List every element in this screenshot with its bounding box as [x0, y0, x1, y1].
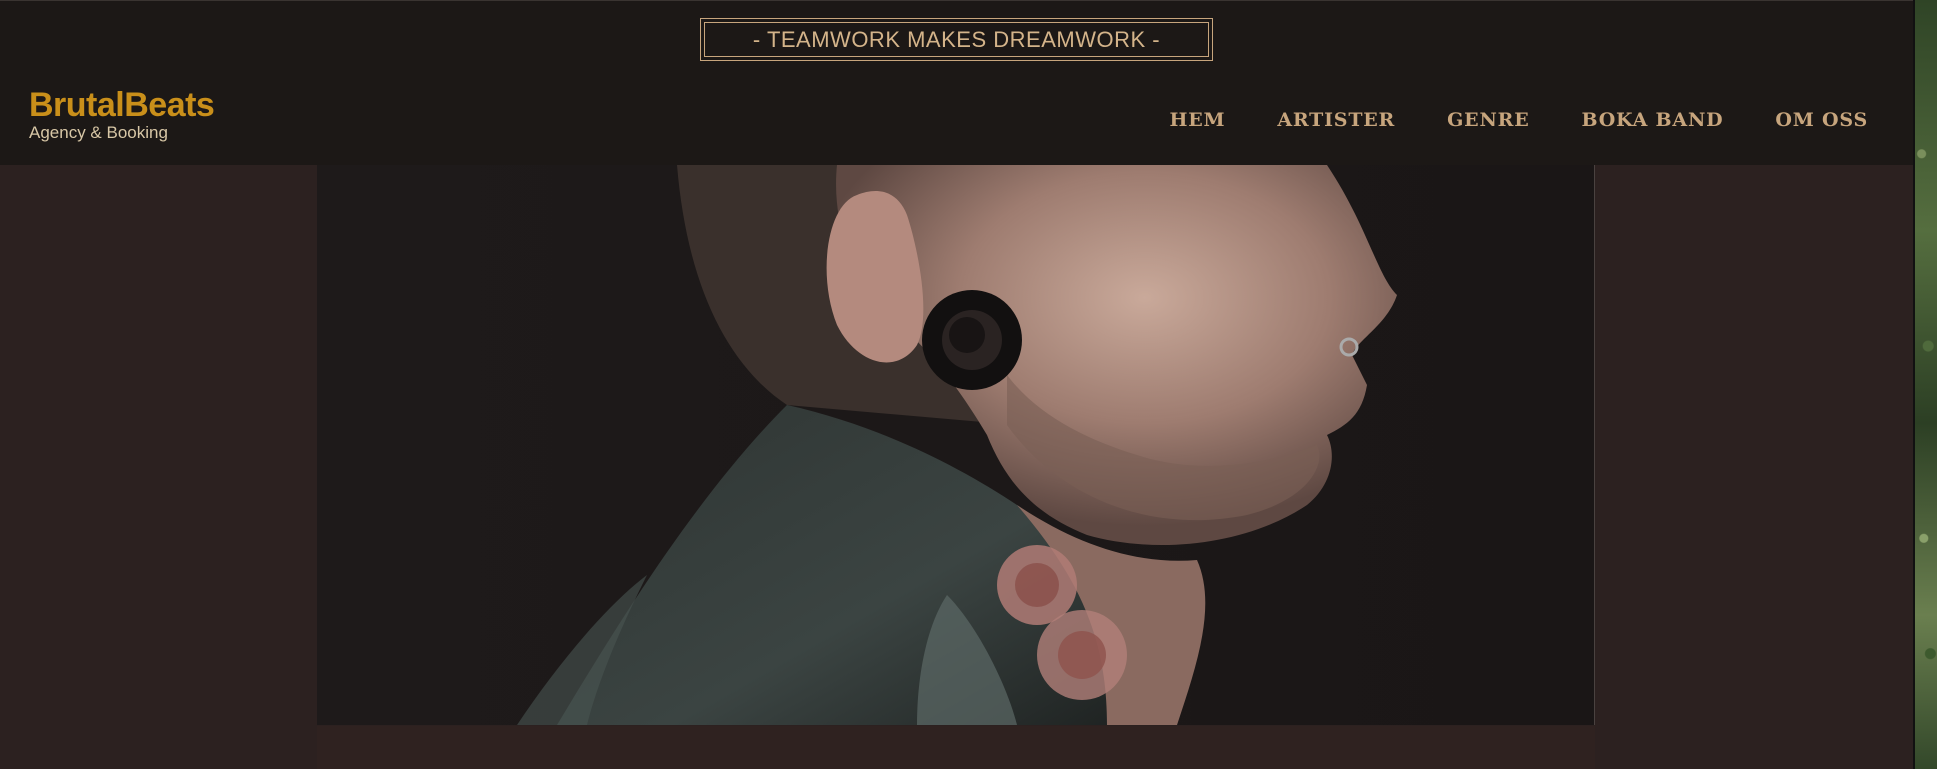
nav-item-artister[interactable]: ARTISTER — [1277, 109, 1395, 131]
main-nav: HEM ARTISTER GENRE BOKA BAND OM OSS — [1118, 109, 1869, 131]
background-foliage-strip — [1915, 0, 1937, 769]
site-header: - TEAMWORK MAKES DREAMWORK - BrutalBeats… — [0, 0, 1914, 165]
nav-item-boka-band[interactable]: BOKA BAND — [1582, 109, 1724, 131]
logo-title[interactable]: BrutalBeats — [29, 87, 215, 123]
nav-item-genre[interactable]: GENRE — [1447, 109, 1529, 131]
page: - TEAMWORK MAKES DREAMWORK - BrutalBeats… — [0, 0, 1937, 769]
tagline-text: - TEAMWORK MAKES DREAMWORK - — [704, 22, 1209, 57]
hero-image — [317, 165, 1595, 725]
nav-item-hem[interactable]: HEM — [1170, 109, 1226, 131]
logo-subtitle: Agency & Booking — [29, 123, 168, 142]
content-panel — [317, 726, 1595, 769]
site-logo[interactable]: BrutalBeats Agency & Booking — [29, 87, 215, 143]
nav-item-om-oss[interactable]: OM OSS — [1775, 109, 1868, 131]
tagline-banner: - TEAMWORK MAKES DREAMWORK - — [700, 18, 1213, 61]
